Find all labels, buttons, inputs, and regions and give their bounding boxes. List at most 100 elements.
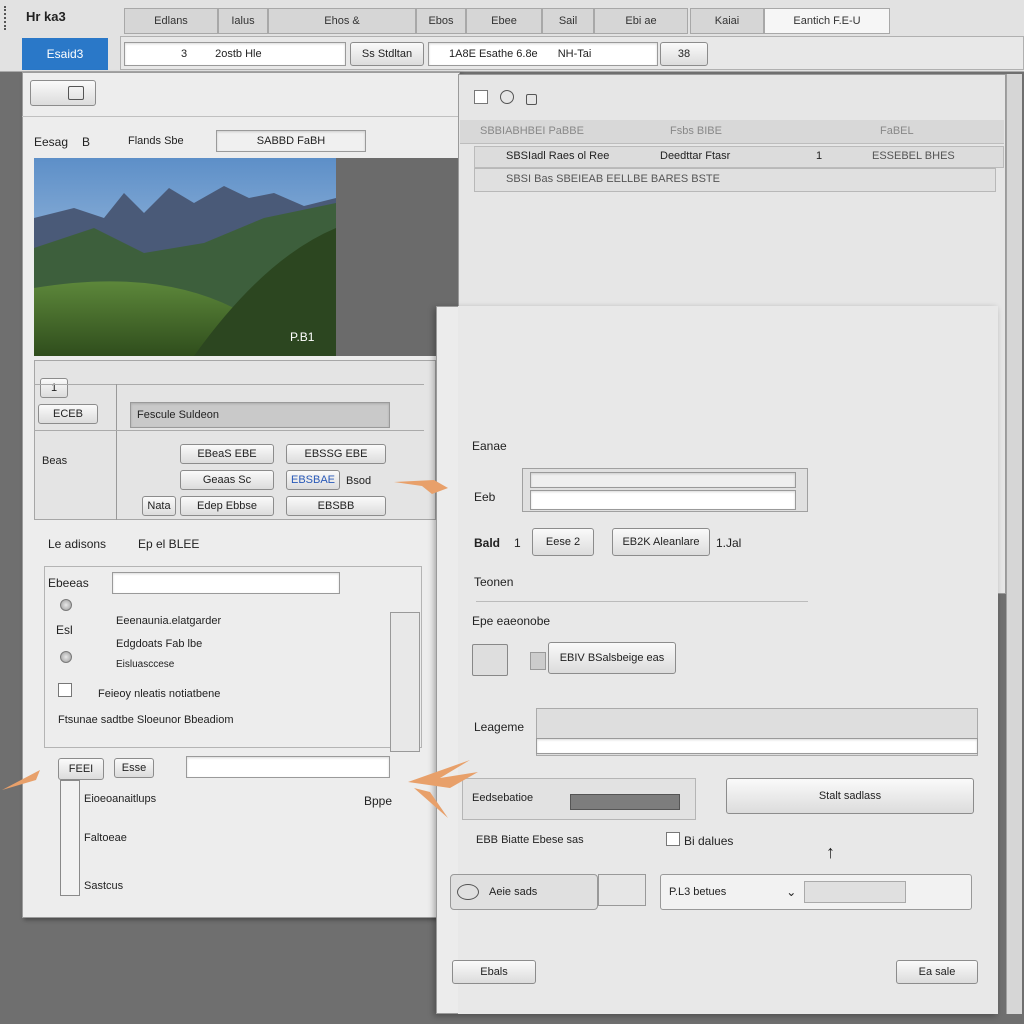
- list-item-3[interactable]: Sastcus: [84, 880, 123, 892]
- tab-1[interactable]: Edlans: [124, 8, 218, 34]
- color-swatch[interactable]: [472, 644, 508, 676]
- cursor-icon: ↑: [826, 842, 835, 862]
- side-label: Beas: [42, 455, 68, 467]
- button-f[interactable]: Edep Ebbse: [180, 496, 274, 516]
- photo-caption: P.B1: [290, 330, 315, 344]
- dropdown-right-text: P.L3 betues: [669, 886, 727, 898]
- beb-input[interactable]: [530, 490, 796, 510]
- tree-item[interactable]: ECEB: [38, 404, 98, 424]
- blue-button[interactable]: Esaid3: [22, 38, 108, 70]
- tab-4[interactable]: Ebos: [416, 8, 466, 34]
- list-item-2[interactable]: Faltoeae: [84, 832, 127, 844]
- text-input[interactable]: [112, 572, 340, 594]
- bold-label: Bsod: [346, 475, 372, 487]
- button-e[interactable]: Nata: [142, 496, 176, 516]
- button-b[interactable]: EBSSG EBE: [286, 444, 386, 464]
- button-g[interactable]: EBSBB: [286, 496, 386, 516]
- checkbox-1[interactable]: [58, 683, 72, 697]
- long-label: Ftsunae sadtbe Sloeunor Bbeadiom: [58, 714, 234, 726]
- search-field[interactable]: Eantich F.E-U: [764, 8, 890, 34]
- language-input[interactable]: [536, 738, 978, 754]
- section-type: Epe eaeonobe: [472, 614, 551, 628]
- field-4[interactable]: 38: [660, 42, 708, 66]
- tab-7[interactable]: Ebi ae: [594, 8, 688, 34]
- label-bald: Bald: [474, 536, 501, 550]
- radio-2[interactable]: [60, 651, 72, 663]
- small-button-2[interactable]: Esse: [114, 758, 154, 778]
- tree-divider: [116, 384, 117, 520]
- bottom-input[interactable]: [186, 756, 390, 778]
- prop-value-field[interactable]: SABBD FaBH: [216, 130, 366, 152]
- header-row1-col2: Fsbs BIBE: [670, 125, 722, 137]
- label-beb: Eeb: [474, 490, 496, 504]
- beb-input-top[interactable]: [530, 472, 796, 488]
- radio-1[interactable]: [60, 599, 72, 611]
- bald-button-2[interactable]: EB2K Aleanlare: [612, 528, 710, 556]
- orange-arrow-icon-2: [2, 770, 40, 790]
- type-button[interactable]: EBIV BSalsbeige eas: [548, 642, 676, 674]
- button-d[interactable]: EBSBAE: [286, 470, 340, 490]
- sub-header: Le adisons: [48, 537, 107, 551]
- circle-icon[interactable]: [500, 90, 514, 104]
- dropdown-right[interactable]: P.L3 betues ⌄: [660, 874, 972, 910]
- radio-item-2: Edgdoats Fab lbe: [116, 638, 203, 650]
- left-panel-toolbar-button[interactable]: [30, 80, 96, 106]
- field-2[interactable]: Ss Stdltan: [350, 42, 424, 66]
- list-scrollbar[interactable]: [390, 612, 420, 752]
- tree-header: Fescule Suldeon: [130, 402, 390, 428]
- dropdown-left-side[interactable]: [598, 874, 646, 906]
- bald-button-1[interactable]: Eese 2: [532, 528, 594, 556]
- bottom-right-button[interactable]: Stalt sadlass: [726, 778, 974, 814]
- footer-left-button[interactable]: Ebals: [452, 960, 536, 984]
- lock-icon[interactable]: [526, 94, 537, 105]
- tab-right[interactable]: Kaiai: [690, 8, 764, 34]
- sub-header-2: Ep el BLEE: [138, 537, 200, 551]
- field-3-tail: NH-Tai: [557, 48, 592, 60]
- orange-arrow-icon-1: [394, 480, 448, 494]
- app-title: Hr ka3: [26, 9, 66, 24]
- left-toolbar-divider: [22, 116, 460, 117]
- right-scrollbar[interactable]: [1006, 74, 1022, 1014]
- list-box: [60, 780, 80, 896]
- image-icon: [68, 86, 84, 100]
- header-row2-col4: ESSEBEL BHES: [872, 150, 955, 162]
- landscape-image-svg: [34, 158, 336, 356]
- dropdown-left[interactable]: Aeie sads: [450, 874, 598, 910]
- bald-tail: 1.Jal: [716, 536, 742, 550]
- radio-group-label: Esl: [56, 623, 73, 637]
- header-row3-text: SBSI Bas SBEIEAB EELLBE BARES BSTE: [506, 173, 720, 185]
- checkbox-2[interactable]: [666, 832, 680, 846]
- field-1-text: 2ostb Hle: [215, 48, 262, 60]
- button-a[interactable]: EBeaS EBE: [180, 444, 274, 464]
- footer-right-button[interactable]: Ea sale: [896, 960, 978, 984]
- tab-6[interactable]: Sail: [542, 8, 594, 34]
- tab-3[interactable]: Ehos &: [268, 8, 416, 34]
- header-row1-col3: FaBEL: [880, 125, 914, 137]
- panel-tab-line: [34, 384, 424, 385]
- check-item: Feieoy nleatis notiatbene: [98, 688, 221, 700]
- label-bottom-left: Eedsebatioe: [472, 792, 534, 804]
- label-language: Leageme: [474, 720, 525, 734]
- square-icon[interactable]: [474, 90, 488, 104]
- prop-label: Flands Sbe: [128, 135, 184, 147]
- tab-5[interactable]: Ebee: [466, 8, 542, 34]
- section-label: Eesag: [34, 135, 69, 149]
- landscape-image: [34, 158, 336, 356]
- dropdown-right-inner: [804, 881, 907, 903]
- list-item-1[interactable]: Eioeoanaitlups: [84, 793, 156, 805]
- field-1[interactable]: 3 2ostb Hle: [124, 42, 346, 66]
- section-num: B: [82, 135, 91, 149]
- tab-2[interactable]: Ialus: [218, 8, 268, 34]
- button-c[interactable]: Geaas Sc: [180, 470, 274, 490]
- type-small-box[interactable]: [530, 652, 546, 670]
- tree-hline: [34, 430, 424, 431]
- orange-arrow-icon-3: [408, 760, 478, 818]
- label-tonen: Teonen: [474, 575, 514, 589]
- small-button-1[interactable]: FEEI: [58, 758, 104, 780]
- field-3[interactable]: 1A8E Esathe 6.8e NH-Tai: [428, 42, 658, 66]
- panel-tab[interactable]: 1: [40, 378, 68, 398]
- dropdown-left-icon: [457, 884, 479, 900]
- check-label-2: Bi dalues: [684, 834, 734, 848]
- radio-item-3: Eisluasccese: [116, 659, 175, 670]
- label-frame: Eanae: [472, 439, 507, 453]
